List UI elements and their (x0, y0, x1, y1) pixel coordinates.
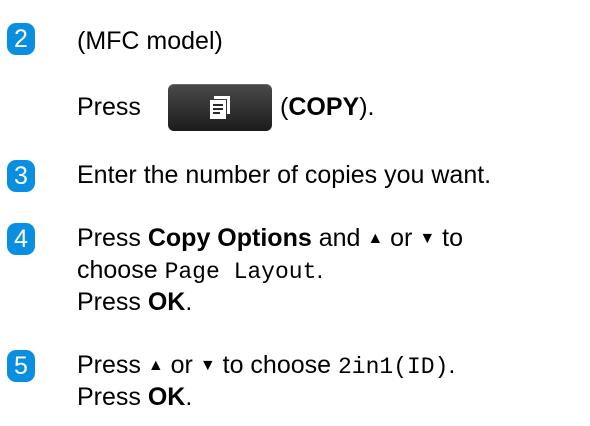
copy-document-icon (210, 96, 230, 119)
page-layout-mono-text: Page Layout (164, 259, 317, 285)
enter-copies-text: Enter the number of copies you want. (77, 161, 492, 189)
step-3-line-1: Enter the number of copies you want. (77, 160, 491, 190)
up-arrow-icon: ▲ (367, 230, 384, 247)
step-number-badge: 2 (7, 23, 35, 55)
press-text: Press (77, 351, 148, 379)
and-text: and (311, 224, 368, 252)
copy-bold-text: COPY (288, 93, 360, 121)
period-text: . (185, 288, 193, 316)
step-4-line-3: Press OK. (77, 287, 192, 317)
choose-text: choose (77, 256, 165, 284)
step-number-badge: 5 (7, 350, 35, 382)
press-text: Press (77, 288, 148, 316)
paren-close: ). (359, 93, 375, 121)
2in1-id-mono-text: 2in1(ID) (337, 354, 449, 380)
step-5-line-2: Press OK. (77, 382, 192, 412)
to-choose-text: to choose (215, 351, 338, 379)
up-arrow-icon: ▲ (147, 357, 164, 374)
step-4-line-1: Press Copy Options and ▲ or ▼ to (77, 223, 463, 254)
step-4-line-2: choose Page Layout. (77, 255, 323, 287)
press-text: Press (77, 224, 148, 252)
step-5-line-1: Press ▲ or ▼ to choose 2in1(ID). (77, 350, 455, 382)
step-2-line-2: Press (77, 92, 141, 122)
press-text: Press (77, 383, 148, 411)
step-number-badge: 4 (7, 223, 35, 255)
ok-bold-text: OK (147, 383, 186, 411)
copy-label: (COPY). (280, 92, 374, 122)
or-text: or (383, 224, 420, 252)
period-text: . (316, 256, 324, 284)
press-text: Press (77, 93, 141, 121)
ok-bold-text: OK (147, 288, 186, 316)
or-text: or (163, 351, 200, 379)
copy-button[interactable] (168, 84, 272, 131)
down-arrow-icon: ▼ (419, 230, 436, 247)
step-2-line-1: (MFC model) (77, 26, 223, 56)
step-number-badge: 3 (7, 160, 35, 192)
copy-options-bold-text: Copy Options (147, 224, 312, 252)
to-text: to (435, 224, 463, 252)
period-text: . (185, 383, 193, 411)
period-text: . (448, 351, 456, 379)
down-arrow-icon: ▼ (199, 357, 216, 374)
mfc-model-text: (MFC model) (77, 27, 223, 55)
